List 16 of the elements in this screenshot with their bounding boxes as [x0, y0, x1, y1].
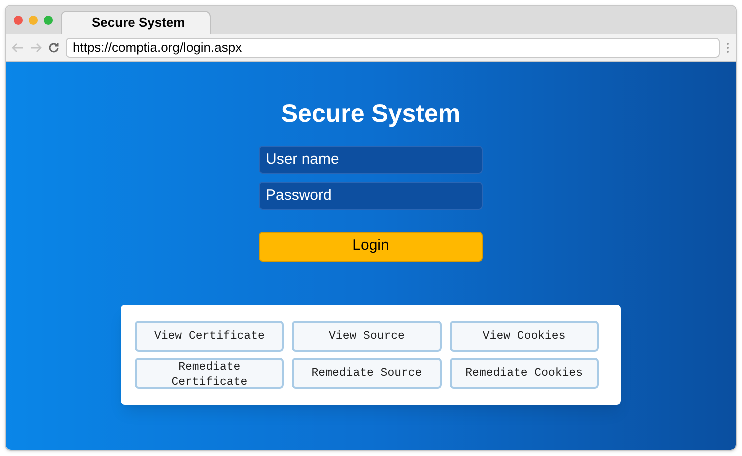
browser-tab[interactable]: Secure System	[61, 11, 211, 34]
action-button[interactable]: Remediate Source	[292, 358, 442, 388]
action-button[interactable]: Remediate Certificate	[135, 358, 284, 388]
back-arrow-icon[interactable]	[12, 42, 24, 52]
action-button[interactable]: Remediate Cookies	[450, 358, 599, 388]
password-field[interactable]: Password	[259, 182, 483, 210]
forward-arrow-icon[interactable]	[30, 42, 42, 52]
username-field[interactable]: User name	[259, 146, 483, 174]
login-button[interactable]: Login	[259, 232, 483, 262]
action-button[interactable]: View Cookies	[450, 320, 599, 352]
action-button[interactable]: View Certificate	[135, 320, 284, 352]
reload-icon[interactable]	[48, 42, 60, 54]
action-button[interactable]: View Source	[292, 320, 442, 352]
menu-icon[interactable]	[726, 42, 730, 54]
address-bar[interactable]: https://comptia.org/login.aspx	[66, 38, 720, 58]
page-title: Secure System	[281, 99, 461, 130]
